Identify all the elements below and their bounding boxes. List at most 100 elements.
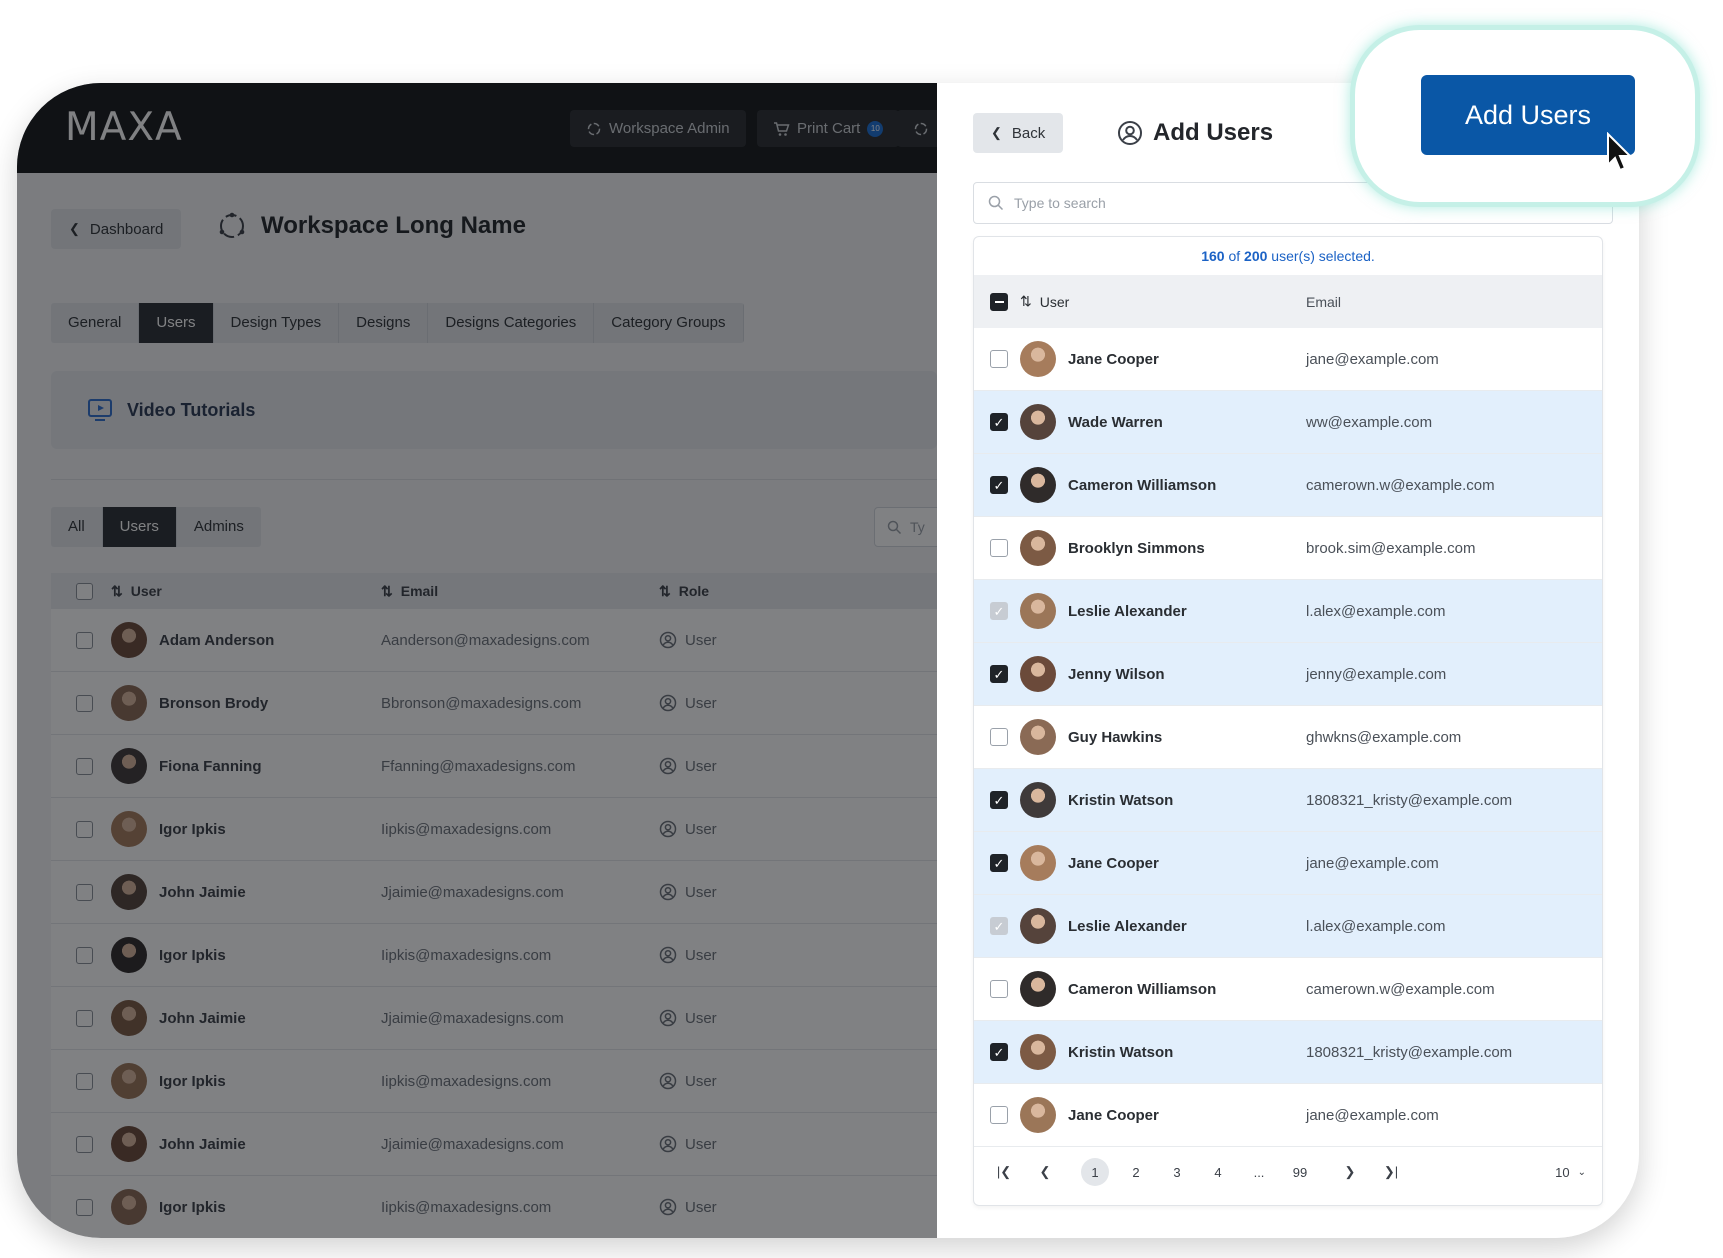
table-row[interactable]: Jane Cooper jane@example.com [974, 1084, 1602, 1147]
row-checkbox[interactable] [75, 883, 93, 901]
user-name: Igor Ipkis [159, 1198, 226, 1216]
select-all-checkbox[interactable] [75, 582, 93, 600]
row-checkbox[interactable]: ✓ [990, 476, 1008, 494]
row-checkbox[interactable] [75, 694, 93, 712]
tab-general[interactable]: General [51, 303, 140, 343]
tab-users[interactable]: Users [139, 303, 214, 343]
table-row[interactable]: John Jaimie Jjaimie@maxadesigns.com User [51, 861, 937, 924]
row-checkbox[interactable] [75, 631, 93, 649]
panel-back-button[interactable]: ❮ Back [973, 113, 1064, 153]
table-row[interactable]: ✓ Kristin Watson 1808321_kristy@example.co… [974, 1021, 1602, 1084]
table-row[interactable]: Bronson Brody Bbronson@maxadesigns.com Use… [51, 672, 937, 735]
user-role: User [685, 883, 717, 901]
stage: { "app": { "logo": "MAXA" }, "topbar": {… [0, 0, 1723, 1258]
user-email: Jjaimie@maxadesigns.com [381, 883, 564, 901]
user-name: Jane Cooper [1068, 350, 1159, 368]
user-role: User [685, 1009, 717, 1027]
tab-designs[interactable]: Designs [339, 303, 429, 343]
user-email: Bbronson@maxadesigns.com [381, 694, 582, 712]
filter-users[interactable]: Users [102, 507, 177, 547]
user-role: User [685, 1072, 717, 1090]
table-row[interactable]: Jane Cooper jane@example.com [974, 328, 1602, 391]
table-row[interactable]: Igor Ipkis Iipkis@maxadesigns.com User [51, 1176, 937, 1238]
row-checkbox[interactable] [75, 946, 93, 964]
column-email[interactable]: ⇅ Email [381, 583, 659, 600]
row-checkbox-cell: ✓ [974, 854, 1020, 872]
tab-category-groups[interactable]: Category Groups [594, 303, 744, 343]
row-checkbox[interactable] [990, 539, 1008, 557]
row-checkbox[interactable] [990, 728, 1008, 746]
user-email: Aanderson@maxadesigns.com [381, 631, 590, 649]
row-checkbox[interactable] [990, 350, 1008, 368]
user-email: jane@example.com [1306, 350, 1439, 368]
table-row[interactable]: Guy Hawkins ghwkns@example.com [974, 706, 1602, 769]
page-2[interactable]: 2 [1122, 1158, 1150, 1186]
table-row[interactable]: Brooklyn Simmons brook.sim@example.com [974, 517, 1602, 580]
table-row[interactable]: ✓ Kristin Watson 1808321_kristy@example.co… [974, 769, 1602, 832]
row-checkbox[interactable] [75, 757, 93, 775]
row-checkbox[interactable]: ✓ [990, 413, 1008, 431]
table-row[interactable]: ✓ Leslie Alexander l.alex@example.com [974, 895, 1602, 958]
row-checkbox[interactable] [990, 1106, 1008, 1124]
column-user[interactable]: ⇅ User [1020, 293, 1306, 310]
table-row[interactable]: Adam Anderson Aanderson@maxadesigns.com Us… [51, 609, 937, 672]
table-row[interactable]: John Jaimie Jjaimie@maxadesigns.com User [51, 1113, 937, 1176]
workspace-admin-button[interactable]: Workspace Admin [570, 110, 746, 147]
select-all-checkbox[interactable] [990, 292, 1008, 311]
avatar [111, 1189, 147, 1225]
column-role[interactable]: ⇅ Role [659, 583, 709, 600]
row-checkbox[interactable] [75, 1135, 93, 1153]
user-name: Bronson Brody [159, 694, 269, 712]
row-checkbox-cell: ✓ [974, 1043, 1020, 1061]
row-checkbox[interactable]: ✓ [990, 665, 1008, 683]
last-page-icon[interactable]: ❯| [1377, 1158, 1405, 1186]
row-checkbox[interactable] [75, 1198, 93, 1216]
add-users-table: 160 of 200 user(s) selected. ⇅ User Email… [973, 236, 1603, 1206]
table-row[interactable]: ✓ Cameron Williamson camerown.w@example.co… [974, 454, 1602, 517]
row-checkbox-cell [974, 980, 1020, 998]
table-row[interactable]: Igor Ipkis Iipkis@maxadesigns.com User [51, 924, 937, 987]
filter-admins[interactable]: Admins [177, 507, 261, 547]
tab-designs-categories[interactable]: Designs Categories [428, 303, 595, 343]
dashboard-back-button[interactable]: ❮ Dashboard [51, 209, 182, 249]
cart-count-badge: 10 [867, 120, 884, 137]
first-page-icon[interactable]: |❮ [990, 1158, 1018, 1186]
page-1[interactable]: 1 [1081, 1158, 1109, 1186]
panel-title-text: Add Users [1153, 119, 1274, 146]
user-name: Fiona Fanning [159, 757, 262, 775]
row-checkbox[interactable]: ✓ [990, 791, 1008, 809]
row-checkbox[interactable] [75, 1072, 93, 1090]
row-checkbox[interactable] [75, 820, 93, 838]
print-cart-button[interactable]: Print Cart 10 [757, 110, 900, 147]
previous-page-icon[interactable]: ❮ [1031, 1158, 1059, 1186]
role-cell: User [659, 631, 717, 649]
table-row[interactable]: ✓ Jenny Wilson jenny@example.com [974, 643, 1602, 706]
video-tutorials-banner[interactable]: Video Tutorials [51, 371, 937, 449]
table-row[interactable]: ✓ Jane Cooper jane@example.com [974, 832, 1602, 895]
row-checkbox[interactable]: ✓ [990, 854, 1008, 872]
user-circle-icon [659, 946, 677, 964]
table-row[interactable]: Cameron Williamson camerown.w@example.com [974, 958, 1602, 1021]
table-row[interactable]: John Jaimie Jjaimie@maxadesigns.com User [51, 987, 937, 1050]
filter-all[interactable]: All [51, 507, 103, 547]
checkmark-icon: ✓ [993, 666, 1005, 682]
per-page-select[interactable]: 10 ⌄ [1555, 1165, 1586, 1180]
page-99[interactable]: 99 [1286, 1158, 1314, 1186]
table-row[interactable]: Igor Ipkis Iipkis@maxadesigns.com User [51, 1050, 937, 1113]
tab-design-types[interactable]: Design Types [214, 303, 340, 343]
table-row[interactable]: Fiona Fanning Ffanning@maxadesigns.com Use… [51, 735, 937, 798]
user-cell: Jane Cooper [1020, 845, 1306, 881]
user-email: jane@example.com [1306, 1106, 1439, 1124]
column-email[interactable]: Email [1306, 294, 1341, 310]
table-row[interactable]: ✓ Wade Warren ww@example.com [974, 391, 1602, 454]
column-user[interactable]: ⇅ User [111, 583, 381, 600]
add-users-button[interactable]: Add Users [1421, 75, 1635, 155]
row-checkbox[interactable] [990, 980, 1008, 998]
next-page-icon[interactable]: ❯ [1336, 1158, 1364, 1186]
table-row[interactable]: Igor Ipkis Iipkis@maxadesigns.com User [51, 798, 937, 861]
row-checkbox[interactable]: ✓ [990, 1043, 1008, 1061]
page-3[interactable]: 3 [1163, 1158, 1191, 1186]
table-row[interactable]: ✓ Leslie Alexander l.alex@example.com [974, 580, 1602, 643]
row-checkbox[interactable] [75, 1009, 93, 1027]
page-4[interactable]: 4 [1204, 1158, 1232, 1186]
